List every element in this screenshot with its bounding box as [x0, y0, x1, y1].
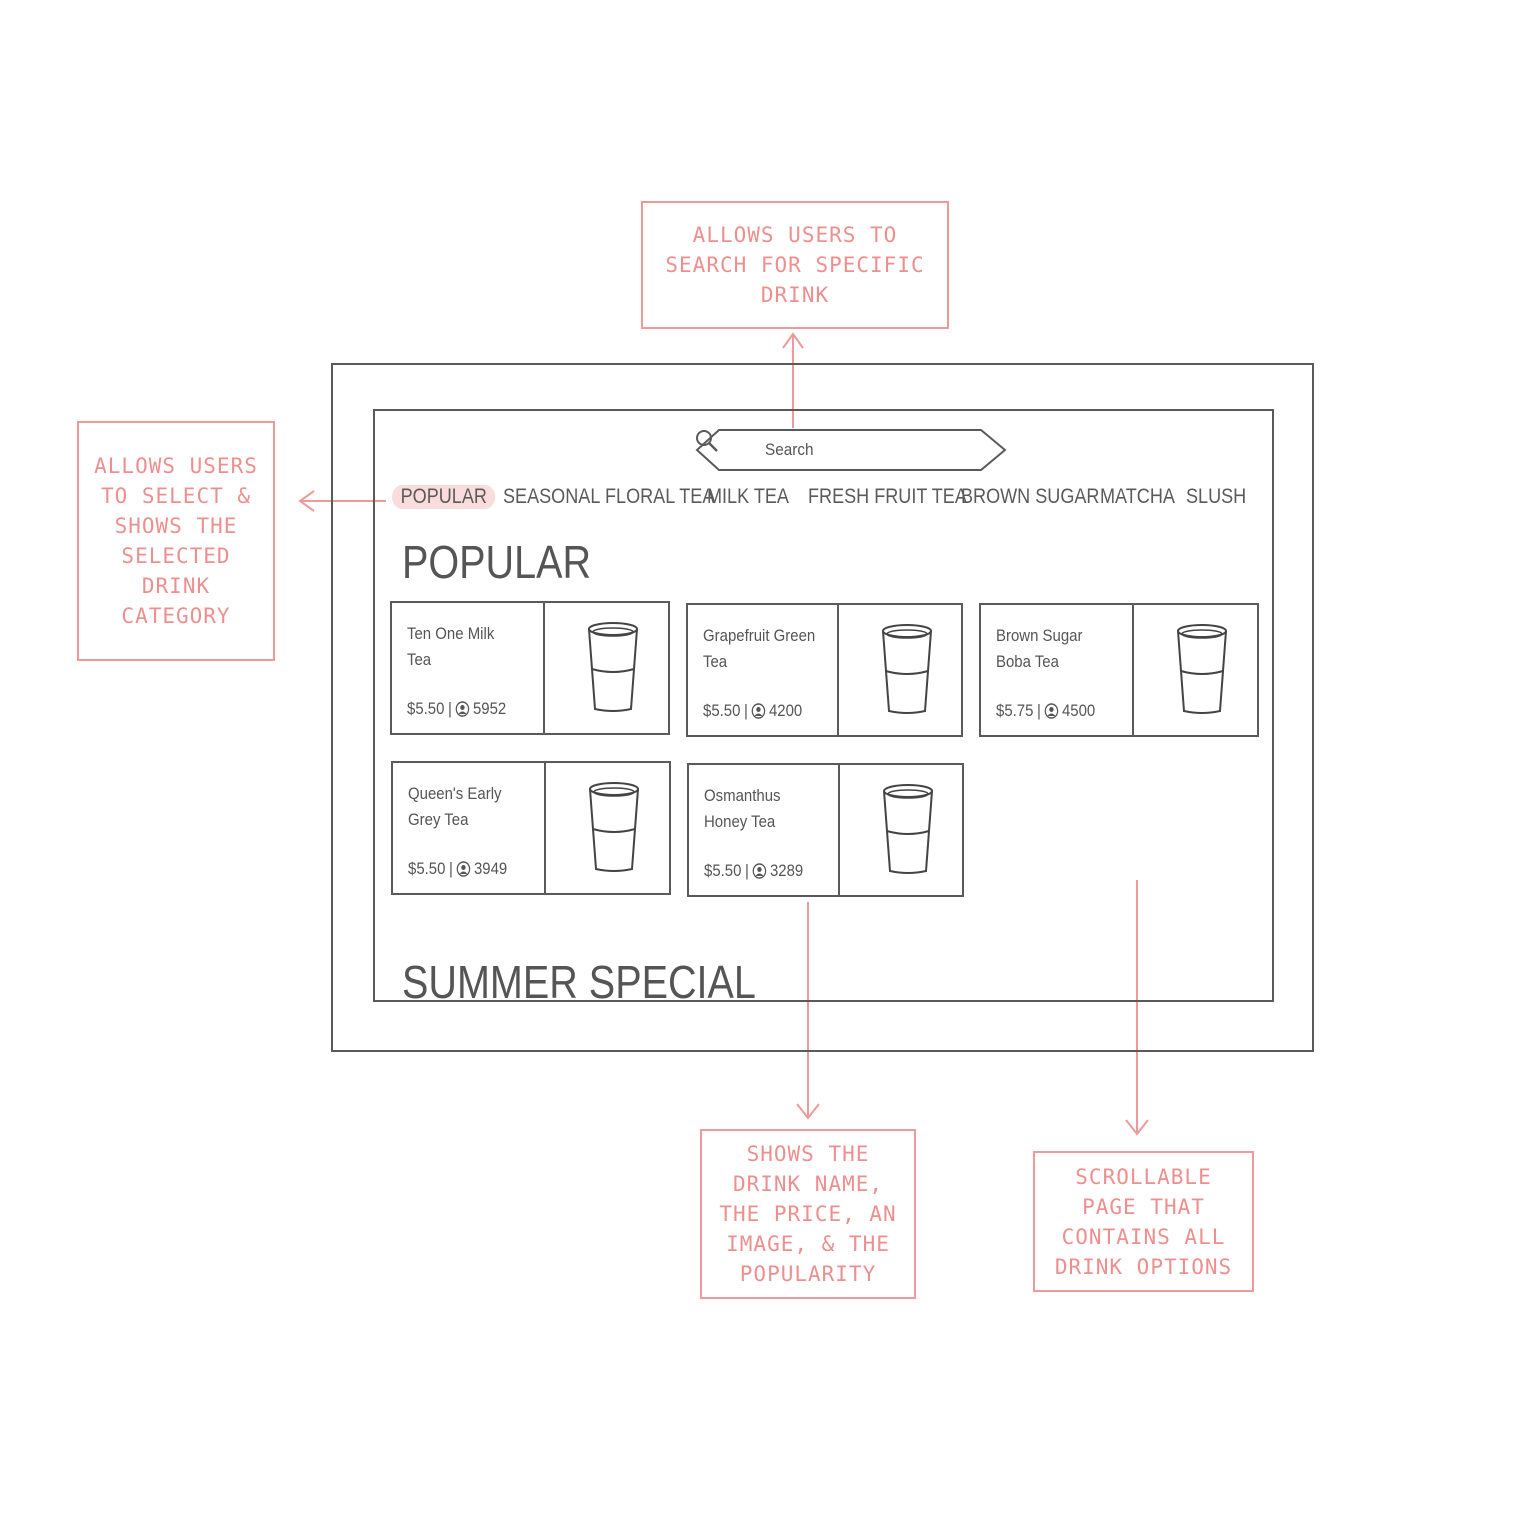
drink-popularity: 5952 — [472, 699, 507, 718]
cup-icon — [883, 784, 933, 874]
annotation-category: Allows users to select & shows the selec… — [77, 421, 275, 661]
annotation-card: Shows the drink name, the price, an imag… — [700, 1129, 916, 1299]
drink-name: Queen's Early Grey Tea — [408, 784, 502, 829]
drink-price: $5.50 — [407, 699, 445, 718]
drink-price: $5.50 — [408, 859, 446, 878]
card-divider — [838, 765, 840, 895]
drink-card[interactable]: Grapefruit Green Tea $5.50 | 4200 — [686, 603, 963, 737]
drink-popularity: 4200 — [768, 701, 803, 720]
tab-matcha[interactable]: MATCHA — [1100, 485, 1175, 509]
drink-card[interactable]: Osmanthus Honey Tea $5.50 | 3289 — [687, 763, 964, 897]
drink-popularity: 3949 — [473, 859, 508, 878]
drink-card[interactable]: Ten One Milk Tea $5.50 | 5952 — [390, 601, 670, 735]
card-divider — [544, 763, 546, 893]
drink-meta: $5.75 | 4500 — [996, 701, 1095, 721]
cup-icon — [589, 782, 639, 872]
cup-icon — [1177, 624, 1227, 714]
tab-seasonal[interactable]: SEASONAL — [503, 485, 600, 509]
user-icon — [752, 863, 767, 879]
tab-popular[interactable]: POPULAR — [392, 485, 496, 509]
search-bar[interactable]: Search — [695, 429, 1007, 471]
user-icon — [455, 701, 470, 717]
meta-separator: | — [448, 859, 453, 878]
drink-meta: $5.50 | 4200 — [703, 701, 802, 721]
card-divider — [1132, 605, 1134, 735]
tab-brown-sugar[interactable]: BROWN SUGAR — [961, 485, 1099, 509]
section-title-popular: POPULAR — [402, 536, 592, 588]
card-divider — [837, 605, 839, 735]
drink-popularity: 4500 — [1061, 701, 1096, 720]
search-icon — [696, 430, 718, 452]
drink-price: $5.50 — [703, 701, 741, 720]
card-divider — [543, 603, 545, 733]
drink-price: $5.50 — [704, 861, 742, 880]
search-bar-outline — [695, 429, 1007, 471]
drink-name: Osmanthus Honey Tea — [704, 786, 781, 831]
tab-floral-tea[interactable]: FLORAL TEA — [605, 485, 714, 509]
drink-card[interactable]: Queen's Early Grey Tea $5.50 | 3949 — [391, 761, 671, 895]
app-screen[interactable]: Search POPULAR SEASONAL FLORAL TEA MILK … — [373, 409, 1274, 1002]
meta-separator: | — [447, 699, 452, 718]
annotation-search: Allows users to search for specific drin… — [641, 201, 949, 329]
drink-name: Grapefruit Green Tea — [703, 626, 816, 671]
meta-separator: | — [744, 861, 749, 880]
tab-milk-tea[interactable]: MILK TEA — [707, 485, 789, 509]
drink-price: $5.75 — [996, 701, 1034, 720]
drink-meta: $5.50 | 3949 — [408, 859, 507, 879]
drink-popularity: 3289 — [769, 861, 804, 880]
drink-name: Ten One Milk Tea — [407, 624, 495, 669]
search-input[interactable]: Search — [765, 440, 813, 460]
cup-icon — [588, 622, 638, 712]
annotation-scroll: Scrollable page that contains all drink … — [1033, 1151, 1254, 1292]
user-icon — [751, 703, 766, 719]
tab-slush[interactable]: SLUSH — [1186, 485, 1246, 509]
drink-name: Brown Sugar Boba Tea — [996, 626, 1083, 671]
cup-icon — [882, 624, 932, 714]
section-title-summer-special: SUMMER SPECIAL — [402, 956, 756, 1002]
drink-meta: $5.50 | 3289 — [704, 861, 803, 881]
meta-separator: | — [743, 701, 748, 720]
meta-separator: | — [1036, 701, 1041, 720]
tab-fresh-fruit-tea[interactable]: FRESH FRUIT TEA — [808, 485, 967, 509]
drink-card[interactable]: Brown Sugar Boba Tea $5.75 | 4500 — [979, 603, 1259, 737]
user-icon — [456, 861, 471, 877]
drink-meta: $5.50 | 5952 — [407, 699, 506, 719]
user-icon — [1044, 703, 1059, 719]
